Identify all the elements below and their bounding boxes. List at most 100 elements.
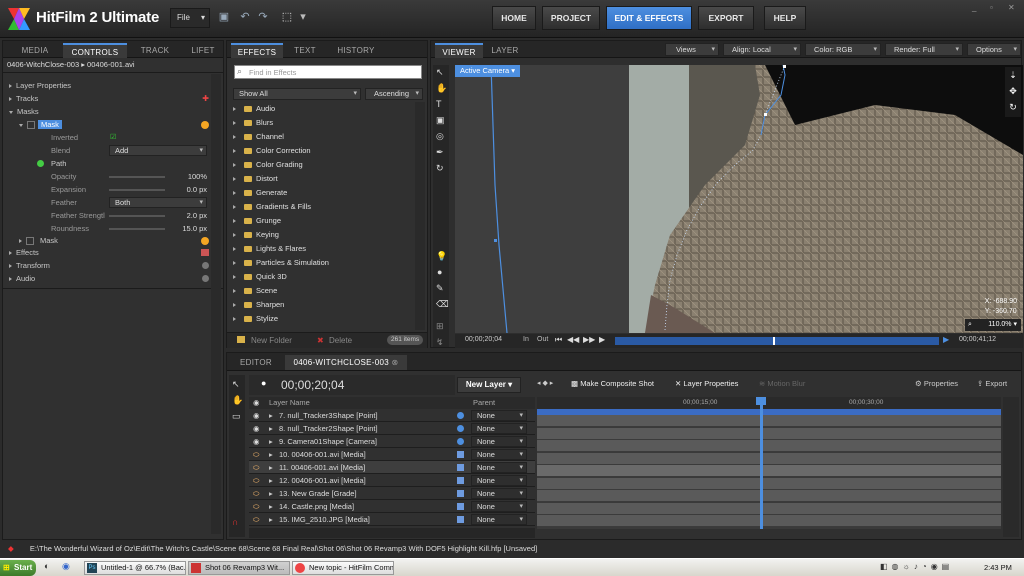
parent-select[interactable]: None xyxy=(471,501,527,512)
track-icon[interactable]: ✚ xyxy=(202,92,209,105)
visibility-eye-icon[interactable]: ◉ xyxy=(253,422,260,435)
expand-icon[interactable]: ▸ xyxy=(269,474,273,487)
track-bar[interactable] xyxy=(537,502,1001,515)
row-mask-selected[interactable]: Mask xyxy=(3,118,223,131)
hand-tool-icon[interactable]: ✋ xyxy=(232,395,243,406)
parent-select[interactable]: None xyxy=(471,449,527,460)
snap-tool-icon[interactable]: ↯ xyxy=(436,337,444,348)
visibility-eye-icon[interactable]: ⬭ xyxy=(253,487,259,500)
inverted-checkbox[interactable]: ☑ xyxy=(110,131,116,144)
slip-tool-icon[interactable]: ▭ xyxy=(232,411,241,422)
tab-effects[interactable]: EFFECTS xyxy=(231,43,283,58)
taskbar-item-hitfilm[interactable]: Shot 06 Revamp3 Wit... xyxy=(188,561,290,575)
effect-folder[interactable]: Generate xyxy=(233,186,287,200)
down-arrow-icon[interactable]: ⇣ xyxy=(1005,67,1021,83)
tab-text[interactable]: TEXT xyxy=(285,43,325,58)
out-point-button[interactable]: Out xyxy=(537,336,548,343)
quicklaunch-icon[interactable]: ◉ xyxy=(62,561,70,572)
visibility-eye-icon[interactable]: ⬭ xyxy=(253,500,259,513)
record-icon[interactable]: ● xyxy=(261,378,266,388)
reset-icon[interactable] xyxy=(202,275,209,282)
feather-strength-slider[interactable] xyxy=(109,215,165,217)
effect-folder[interactable]: Channel xyxy=(233,130,284,144)
track-bar[interactable] xyxy=(537,515,1001,527)
visibility-eye-icon[interactable]: ⬭ xyxy=(253,448,259,461)
hand-tool-icon[interactable]: ✋ xyxy=(436,83,447,94)
start-button[interactable]: ⊞ Start xyxy=(0,560,36,576)
in-point-button[interactable]: In xyxy=(523,336,529,343)
light-tool-icon[interactable]: 💡 xyxy=(436,251,447,262)
effect-folder[interactable]: Lights & Flares xyxy=(233,242,306,256)
scrub-bar[interactable] xyxy=(615,337,939,345)
track-bar[interactable] xyxy=(537,415,1001,427)
effect-folder[interactable]: Scene xyxy=(233,284,277,298)
layer-row[interactable]: ⬭ ▸ 14. Castle.png [Media] None xyxy=(249,500,535,513)
rotate-tool-icon[interactable]: ↻ xyxy=(436,163,444,174)
parent-select[interactable]: None xyxy=(471,488,527,499)
color-select[interactable]: Color: RGB xyxy=(805,43,881,56)
layer-name[interactable]: 15. IMG_2510.JPG [Media] xyxy=(279,513,370,526)
export-button[interactable]: ⇪ Export xyxy=(977,379,1007,388)
nav-edit-effects-button[interactable]: EDIT & EFFECTS xyxy=(606,6,692,30)
close-icon[interactable]: ✕ xyxy=(1008,3,1015,12)
nav-help-button[interactable]: HELP xyxy=(764,6,806,30)
options-select[interactable]: Options xyxy=(967,43,1021,56)
file-menu[interactable]: File ▾ xyxy=(170,8,210,28)
parent-select[interactable]: None xyxy=(471,423,527,434)
reset-icon[interactable] xyxy=(202,262,209,269)
layer-name[interactable]: 12. 00406-001.avi [Media] xyxy=(279,474,366,487)
render-select[interactable]: Render: Full xyxy=(885,43,963,56)
effect-folder[interactable]: Color Grading xyxy=(233,158,303,172)
nav-project-button[interactable]: PROJECT xyxy=(542,6,600,30)
effect-folder[interactable]: Particles & Simulation xyxy=(233,256,329,270)
layer-row[interactable]: ⬭ ▸ 11. 00406-001.avi [Media] None xyxy=(249,461,535,474)
new-layer-button[interactable]: New Layer ▾ xyxy=(457,377,521,393)
feather-select[interactable]: Both xyxy=(109,197,207,208)
layer-name[interactable]: 7. null_Tracker3Shape [Point] xyxy=(279,409,378,422)
search-input[interactable]: ⌕ Find in Effects xyxy=(234,65,422,79)
properties-button[interactable]: ⚙ Properties xyxy=(915,379,958,388)
step-back-icon[interactable]: ◀◀ xyxy=(567,335,579,344)
layer-row[interactable]: ⬭ ▸ 12. 00406-001.avi [Media] None xyxy=(249,474,535,487)
play-icon[interactable]: ▶ xyxy=(943,335,949,344)
track-bar[interactable] xyxy=(537,427,1001,440)
effect-folder[interactable]: Quick 3D xyxy=(233,270,287,284)
parent-select[interactable]: None xyxy=(471,514,527,525)
time-ruler[interactable]: 00;00;15;00 00;00;30;00 xyxy=(537,397,1001,409)
playhead[interactable] xyxy=(773,337,775,345)
mask-checkbox[interactable] xyxy=(26,237,34,246)
playhead-handle[interactable] xyxy=(756,397,766,405)
move-icon[interactable]: ✥ xyxy=(1005,83,1021,99)
make-composite-button[interactable]: ▩ Make Composite Shot xyxy=(571,379,654,388)
mask-mode-icon[interactable] xyxy=(201,237,209,245)
select-tool-icon[interactable]: ↖ xyxy=(436,67,444,78)
layer-scroll[interactable] xyxy=(249,528,535,538)
sort-select[interactable]: Ascending xyxy=(365,88,423,100)
current-time[interactable]: 00;00;20;04 xyxy=(465,336,502,343)
mask-mode-icon[interactable] xyxy=(201,121,209,129)
new-folder-button[interactable]: New Folder xyxy=(251,336,292,345)
zoom-select[interactable]: ⌕ 110.0% ▾ xyxy=(965,319,1021,331)
scrollbar[interactable] xyxy=(211,74,221,534)
layer-name[interactable]: 10. 00406-001.avi [Media] xyxy=(279,448,366,461)
visibility-eye-icon[interactable]: ⬭ xyxy=(253,513,259,526)
brush-tool-icon[interactable]: ✎ xyxy=(436,283,444,294)
undo-icon[interactable]: ↶ xyxy=(238,10,252,24)
save-icon[interactable]: ▣ xyxy=(217,10,231,24)
track-bar[interactable] xyxy=(537,490,1001,502)
motion-blur-button[interactable]: ≋ Motion Blur xyxy=(759,379,805,388)
effect-folder[interactable]: Keying xyxy=(233,228,279,242)
maximize-icon[interactable]: ▫ xyxy=(990,3,993,12)
grid-tool-icon[interactable]: ⊞ xyxy=(436,321,444,332)
tab-lifetime[interactable]: LIFET xyxy=(183,43,223,58)
visibility-eye-icon[interactable]: ◉ xyxy=(253,435,260,448)
taskbar-item-photoshop[interactable]: Ps Untitled-1 @ 66.7% (Bac... xyxy=(84,561,186,575)
effect-folder[interactable]: Distort xyxy=(233,172,278,186)
expand-icon[interactable]: ▸ xyxy=(269,422,273,435)
taskbar-item-browser[interactable]: New topic - HitFilm Comm... xyxy=(292,561,394,575)
effect-folder[interactable]: Sharpen xyxy=(233,298,284,312)
skip-start-icon[interactable]: ⏮ xyxy=(555,335,562,345)
eraser-tool-icon[interactable]: ⌫ xyxy=(436,299,449,310)
opacity-value[interactable]: 100% xyxy=(188,170,207,183)
align-select[interactable]: Align: Local xyxy=(723,43,801,56)
